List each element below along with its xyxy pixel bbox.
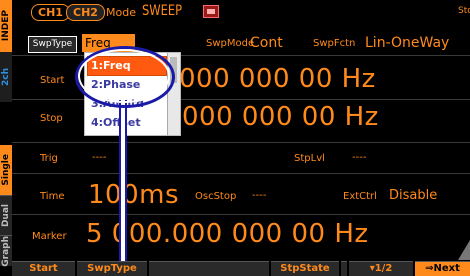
- softkey-spacer: [341, 261, 347, 276]
- time-label: Time: [40, 191, 65, 202]
- dropdown-item-offset[interactable]: 4:Offset: [88, 114, 166, 132]
- stop-value[interactable]: 000 000 00 Hz: [182, 102, 379, 132]
- extctrl-value[interactable]: Disable: [389, 188, 437, 203]
- tab-2ch[interactable]: 2ch: [0, 52, 12, 102]
- start-value[interactable]: 000 000 00 Hz: [179, 64, 376, 94]
- tab-single-label: Single: [1, 154, 11, 186]
- softkey-page[interactable]: ▾1/2: [349, 261, 413, 276]
- swpfctn-label: SwpFctn: [313, 38, 356, 49]
- softkey-swptype[interactable]: SwpType: [77, 261, 147, 276]
- stplvl-label: StpLvl: [294, 153, 325, 164]
- tab-indep-label: INDEP: [1, 10, 11, 42]
- callout-circle-inner: [78, 49, 170, 103]
- tab-indep[interactable]: INDEP: [0, 0, 12, 52]
- softkey-start[interactable]: Start: [12, 261, 75, 276]
- row-divider: [12, 142, 470, 143]
- ch2-button[interactable]: CH2: [66, 4, 105, 21]
- stop-status: Stop: [458, 6, 470, 16]
- corner-marker: [458, 240, 470, 260]
- swpmode-label: SwpMode: [206, 38, 255, 49]
- tab-graph-label: Graph: [1, 235, 11, 267]
- extctrl-label: ExtCtrl: [343, 191, 377, 202]
- row-divider: [12, 99, 470, 100]
- softkey-stpstate[interactable]: StpState: [271, 261, 339, 276]
- stplvl-value[interactable]: ----: [352, 152, 366, 163]
- tab-2ch-label: 2ch: [1, 67, 11, 86]
- tab-dual[interactable]: Dual: [0, 195, 12, 236]
- start-label: Start: [40, 75, 65, 86]
- oscstop-label: OscStop: [195, 191, 237, 202]
- swpmode-value[interactable]: Cont: [250, 35, 283, 51]
- callout-pointer: [119, 100, 127, 275]
- marker-label: Marker: [32, 231, 67, 242]
- row-divider: [12, 173, 470, 174]
- sweep-status-icon: [203, 5, 219, 18]
- softkey-next[interactable]: ⇒Next: [415, 261, 470, 276]
- trig-label: Trig: [40, 153, 58, 164]
- softkey-empty[interactable]: [149, 261, 269, 276]
- mode-label: Mode: [106, 6, 136, 19]
- ch1-button[interactable]: CH1: [31, 4, 70, 21]
- row-divider: [12, 55, 470, 56]
- tab-graph[interactable]: Graph: [0, 235, 12, 266]
- trig-value[interactable]: ----: [92, 152, 106, 163]
- time-value[interactable]: 100ms: [88, 180, 179, 210]
- mode-value: SWEEP: [142, 3, 183, 19]
- swptype-label[interactable]: SwpType: [28, 36, 77, 53]
- tab-dual-label: Dual: [1, 204, 11, 228]
- row-divider: [12, 214, 470, 215]
- marker-value[interactable]: 5 000.000 000 00 Hz: [86, 219, 369, 249]
- stop-label: Stop: [40, 113, 63, 124]
- tab-single[interactable]: Single: [0, 145, 12, 195]
- oscstop-value[interactable]: ----: [252, 190, 266, 201]
- swpfctn-value[interactable]: Lin-OneWay: [365, 35, 449, 51]
